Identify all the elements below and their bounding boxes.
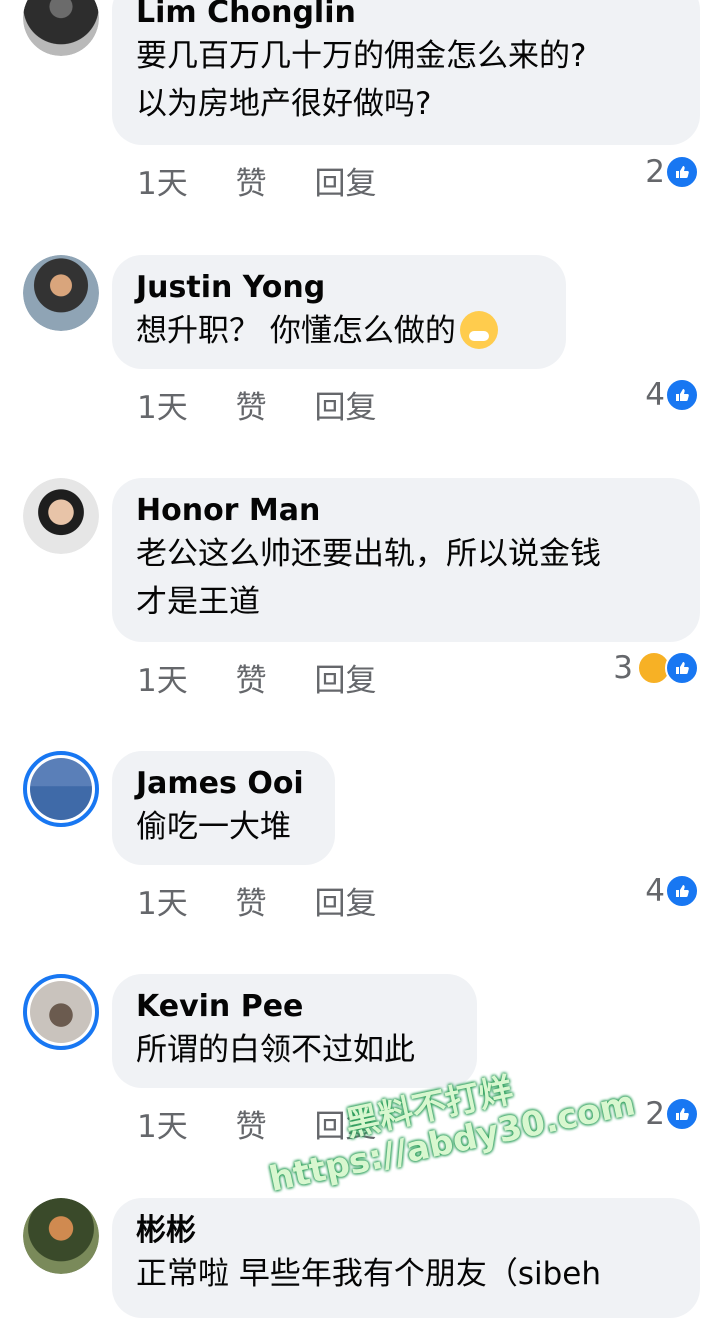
comment-bubble: 彬彬 正常啦 早些年我有个朋友（sibeh — [112, 1198, 700, 1318]
timestamp[interactable]: 1天 — [137, 878, 188, 923]
comment-actions: 1天 赞 回复 — [137, 655, 414, 700]
like-button[interactable]: 赞 — [236, 878, 267, 923]
commenter-name[interactable]: 彬彬 — [136, 1212, 678, 1250]
reaction-count: 4 — [645, 377, 665, 413]
timestamp[interactable]: 1天 — [137, 382, 188, 427]
avatar[interactable] — [23, 255, 99, 331]
reaction-summary[interactable]: 2 — [645, 1096, 699, 1132]
laughing-face-emoji-icon — [459, 311, 498, 349]
comment-bubble: Lim Chonglin 要几百万几十万的佣金怎么来的? 以为房地产很好做吗? — [112, 0, 700, 145]
commenter-name[interactable]: Justin Yong — [136, 269, 544, 307]
commenter-name[interactable]: Lim Chonglin — [136, 0, 678, 32]
comment-text-line: 想升职？ 你懂怎么做的 — [136, 307, 544, 355]
comment-text-line: 要几百万几十万的佣金怎么来的? — [136, 38, 587, 74]
reaction-summary[interactable]: 2 — [645, 154, 699, 190]
comment-text-line: 老公这么帅还要出轨，所以说金钱 — [136, 536, 601, 572]
comment-actions: 1天 赞 回复 — [137, 878, 414, 923]
reply-button[interactable]: 回复 — [314, 158, 376, 203]
comment-actions: 1天 赞 回复 — [137, 382, 414, 427]
reaction-summary[interactable]: 4 — [645, 377, 699, 413]
reaction-summary[interactable]: 3 — [613, 650, 699, 686]
avatar[interactable] — [23, 1198, 99, 1274]
like-button[interactable]: 赞 — [236, 655, 267, 700]
like-button[interactable]: 赞 — [236, 382, 267, 427]
reaction-count: 3 — [613, 650, 633, 686]
reply-button[interactable]: 回复 — [314, 878, 376, 923]
commenter-name[interactable]: Honor Man — [136, 492, 678, 530]
reaction-count: 2 — [645, 154, 665, 190]
timestamp[interactable]: 1天 — [137, 655, 188, 700]
comment-text-line: 以为房地产很好做吗? — [136, 86, 432, 122]
avatar[interactable] — [23, 0, 99, 56]
avatar[interactable] — [23, 478, 99, 554]
commenter-name[interactable]: Kevin Pee — [136, 988, 455, 1026]
avatar[interactable] — [23, 751, 99, 827]
reaction-count: 2 — [645, 1096, 665, 1132]
comment-text-line: 正常啦 早些年我有个朋友（sibeh — [136, 1256, 602, 1292]
reply-button[interactable]: 回复 — [314, 382, 376, 427]
comment-bubble: James Ooi 偷吃一大堆 — [112, 751, 335, 865]
like-icon — [665, 155, 699, 189]
timestamp[interactable]: 1天 — [137, 158, 188, 203]
comment-text-line: 偷吃一大堆 — [136, 809, 291, 845]
like-icon — [665, 651, 699, 685]
like-icon — [665, 874, 699, 908]
comment-bubble: Honor Man 老公这么帅还要出轨，所以说金钱 才是王道 — [112, 478, 700, 642]
comment-text-line: 才是王道 — [136, 584, 260, 620]
comment-text-line: 所谓的白领不过如此 — [136, 1032, 415, 1068]
like-icon — [665, 1097, 699, 1131]
comment-bubble: Justin Yong 想升职？ 你懂怎么做的 — [112, 255, 566, 369]
reaction-summary[interactable]: 4 — [645, 873, 699, 909]
reply-button[interactable]: 回复 — [314, 655, 376, 700]
comment-bubble: Kevin Pee 所谓的白领不过如此 — [112, 974, 477, 1088]
commenter-name[interactable]: James Ooi — [136, 765, 313, 803]
timestamp[interactable]: 1天 — [137, 1101, 188, 1146]
like-icon — [665, 378, 699, 412]
avatar[interactable] — [23, 974, 99, 1050]
like-button[interactable]: 赞 — [236, 158, 267, 203]
reaction-count: 4 — [645, 873, 665, 909]
comment-actions: 1天 赞 回复 — [137, 158, 414, 203]
